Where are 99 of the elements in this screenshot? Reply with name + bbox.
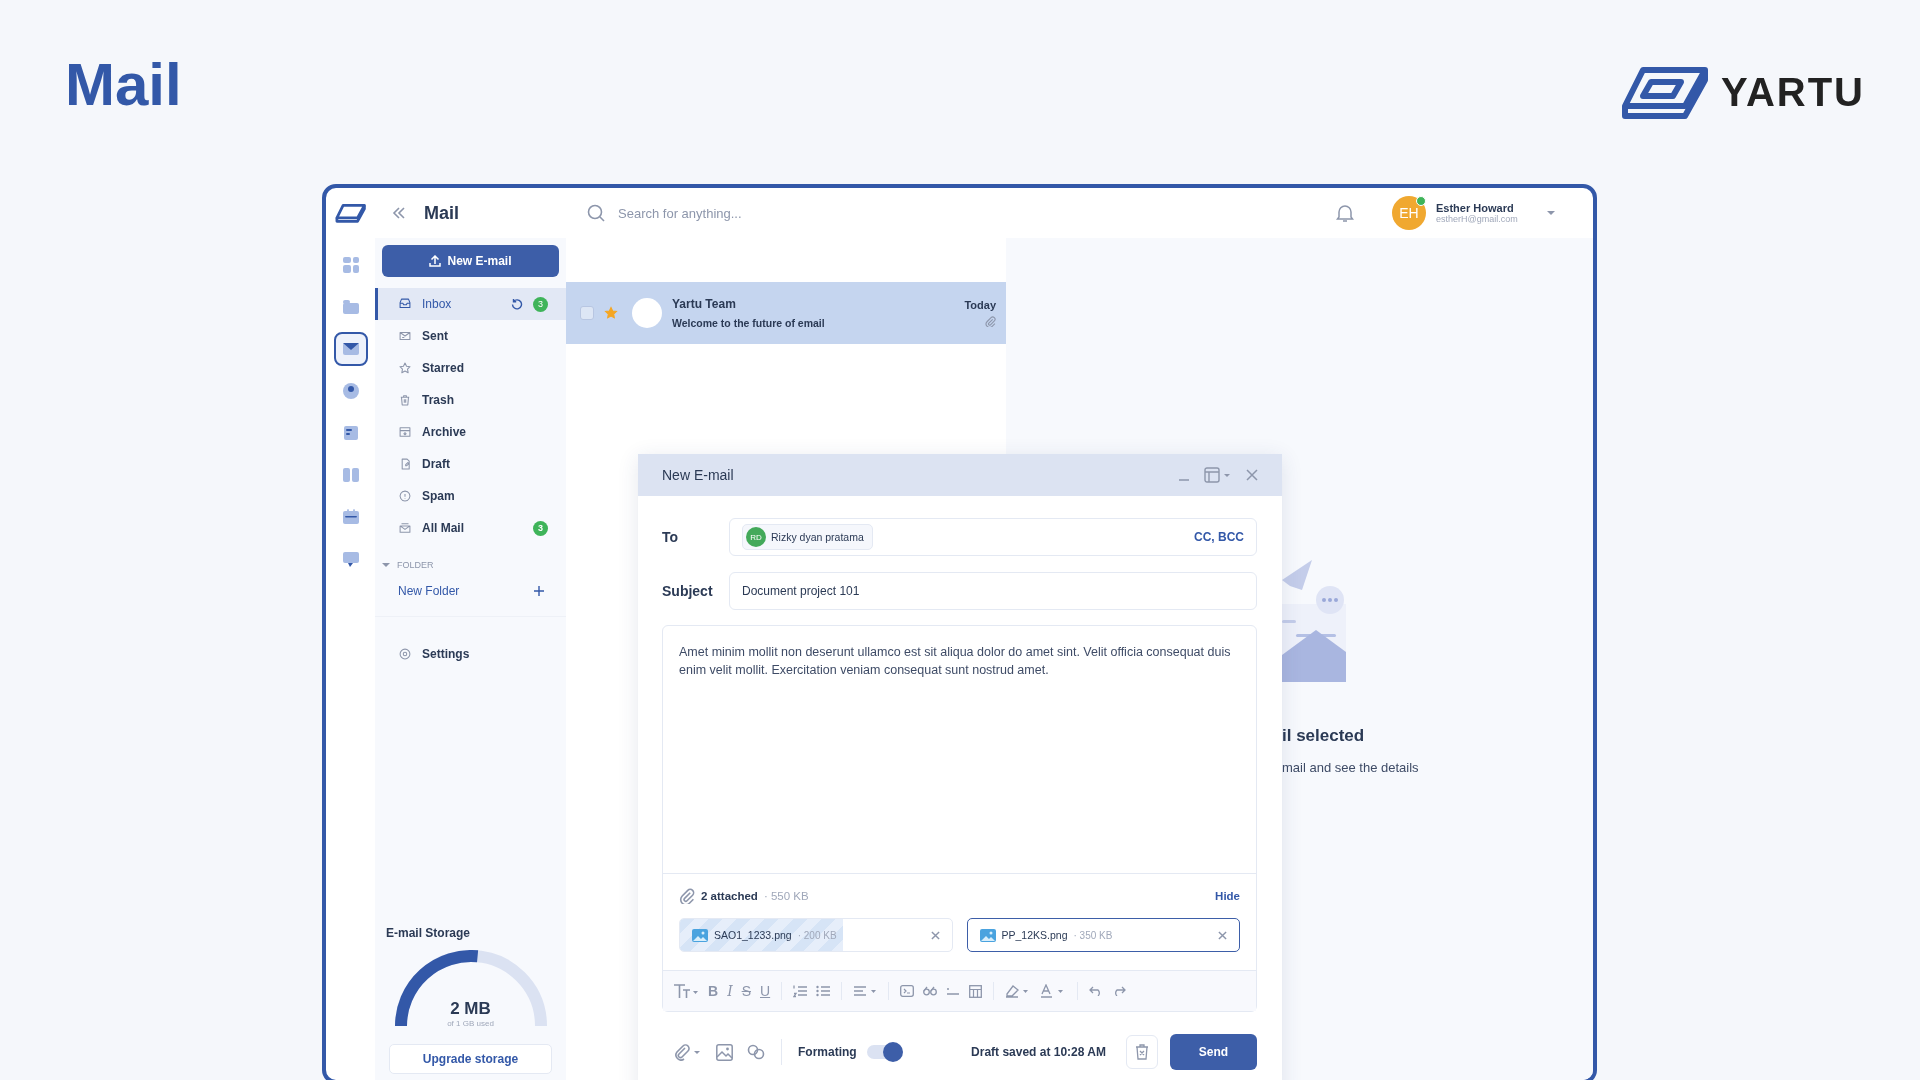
count-badge: 3 — [533, 296, 548, 312]
attachment-total-size: · 550 KB — [763, 890, 809, 902]
file-size: · 350 KB — [1073, 929, 1113, 941]
folder-icon — [340, 297, 361, 317]
send-button[interactable]: Send — [1170, 1034, 1257, 1070]
attachment-card[interactable]: SAO1_1233.png · 200 KB — [679, 918, 953, 952]
contacts-icon — [340, 381, 361, 401]
chat-icon — [340, 549, 361, 569]
star-icon — [398, 361, 412, 375]
spam-icon — [398, 489, 412, 503]
discard-button[interactable] — [1126, 1035, 1158, 1069]
insert-image-icon[interactable] — [716, 1043, 733, 1061]
user-email: estherH@gmail.com — [1436, 214, 1519, 224]
search-input[interactable]: Search for anything... — [616, 204, 920, 222]
caret-icon[interactable] — [1546, 210, 1556, 216]
storage-title: E-mail Storage — [386, 926, 472, 940]
checkbox[interactable] — [580, 306, 594, 320]
file-name: SAO1_1233.png — [714, 929, 792, 941]
message-body[interactable]: Amet minim mollit non deserunt ullamco est sit aliqua dolor do amet sint. Velit officia consequat duis enim velit mollit. Exercitation veniam consequat sunt nostrud amet. — [663, 626, 1256, 873]
count-badge: 3 — [533, 520, 548, 536]
align-icon[interactable] — [853, 984, 878, 998]
add-icon[interactable] — [534, 586, 544, 596]
link-icon[interactable] — [747, 1044, 765, 1060]
expand-caret-icon[interactable] — [382, 562, 390, 568]
file-name: PP_12KS.png — [1001, 929, 1068, 941]
folder-nav-item[interactable]: Archive — [375, 416, 566, 448]
attachment-count: 2 attached — [701, 890, 758, 902]
upgrade-storage-button[interactable]: Upgrade storage — [389, 1044, 552, 1074]
folder-nav-item[interactable]: Draft — [375, 448, 566, 480]
paperclip-icon — [679, 888, 695, 904]
code-block-icon[interactable] — [900, 985, 915, 997]
image-file-icon — [979, 928, 996, 942]
sender-name: Yartu Team — [672, 297, 737, 311]
bullet-list-icon[interactable] — [816, 984, 831, 998]
recipients-field[interactable]: RD Rizky dyan pratama CC, BCC — [729, 518, 1257, 556]
app-title: Mail — [424, 202, 459, 224]
recipient-chip[interactable]: RD Rizky dyan pratama — [742, 524, 873, 550]
new-email-button[interactable]: New E-mail — [382, 245, 559, 277]
empty-state-hint: mail and see the details — [1282, 760, 1420, 775]
calendar-icon — [340, 507, 361, 527]
attachment-card[interactable]: PP_12KS.png · 350 KB — [966, 918, 1240, 952]
trash-icon — [398, 393, 412, 407]
folder-nav-item[interactable]: Trash — [375, 384, 566, 416]
folder-nav-item[interactable]: Inbox 3 — [375, 288, 566, 320]
remove-icon[interactable] — [930, 930, 940, 940]
star-icon[interactable] — [604, 306, 618, 320]
folder-heading: FOLDER — [397, 560, 434, 570]
refresh-icon[interactable] — [511, 298, 523, 310]
folder-nav-item[interactable]: All Mail 3 — [375, 512, 566, 544]
storage-used: 2 MB — [450, 999, 491, 1019]
new-folder-link[interactable]: New Folder — [398, 584, 460, 598]
page-title: Mail — [65, 50, 182, 120]
folder-nav-item[interactable]: Starred — [375, 352, 566, 384]
redo-icon[interactable] — [1112, 986, 1127, 996]
search-icon — [586, 203, 606, 223]
trash-icon — [1135, 1044, 1149, 1060]
storage-caption: of 1 GB used — [447, 1019, 494, 1028]
archive-icon — [398, 425, 412, 439]
sent-icon — [398, 329, 412, 343]
close-icon[interactable] — [1246, 469, 1258, 481]
notification-bell-icon[interactable] — [1336, 203, 1354, 223]
dashboard-icon — [340, 255, 361, 275]
numbered-list-icon[interactable] — [793, 984, 808, 998]
settings-icon — [398, 647, 412, 661]
formatting-label: Formating — [798, 1045, 857, 1059]
to-label: To — [662, 529, 680, 545]
cc-bcc-link[interactable]: CC, BCC — [1194, 530, 1244, 544]
compose-title: New E-mail — [662, 467, 734, 483]
settings-nav-item[interactable]: Settings — [375, 616, 566, 661]
recipient-name: Rizky dyan pratama — [771, 531, 864, 543]
mail-rail-button[interactable] — [333, 332, 368, 366]
inbox-icon — [398, 297, 412, 311]
brand-name: YARTU — [1720, 69, 1865, 115]
attach-menu-icon[interactable] — [672, 1043, 702, 1061]
folder-nav-item[interactable]: Spam — [375, 480, 566, 512]
remove-icon[interactable] — [1218, 930, 1227, 940]
allmail-icon — [398, 521, 412, 535]
text-size-icon[interactable] — [673, 983, 699, 999]
quote-icon[interactable] — [923, 986, 938, 996]
subject-label: Subject — [662, 583, 714, 599]
draft-status: Draft saved at 10:28 AM — [971, 1045, 1106, 1059]
horizontal-rule-icon[interactable] — [946, 986, 961, 996]
empty-state-title: il selected — [1282, 726, 1366, 746]
table-icon[interactable] — [969, 984, 983, 998]
logo-icon — [334, 202, 367, 224]
user-name: Esther Howard — [1436, 202, 1515, 214]
sender-avatar — [632, 298, 662, 328]
file-size: · 200 KB — [797, 929, 837, 941]
upload-icon — [429, 255, 442, 267]
email-date: Today — [964, 299, 996, 311]
email-row[interactable]: Yartu Team Welcome to the future of email Today — [566, 282, 1006, 344]
subject-field[interactable]: Document project 101 — [729, 572, 1257, 610]
hide-link[interactable]: Hide — [1215, 890, 1240, 902]
collapse-icon[interactable] — [392, 207, 406, 219]
board-icon — [340, 465, 361, 485]
layout-icon[interactable] — [1204, 467, 1232, 483]
email-subject: Welcome to the future of email — [672, 317, 826, 329]
recipient-avatar: RD — [746, 527, 766, 547]
folder-nav-item[interactable]: Sent — [375, 320, 566, 352]
